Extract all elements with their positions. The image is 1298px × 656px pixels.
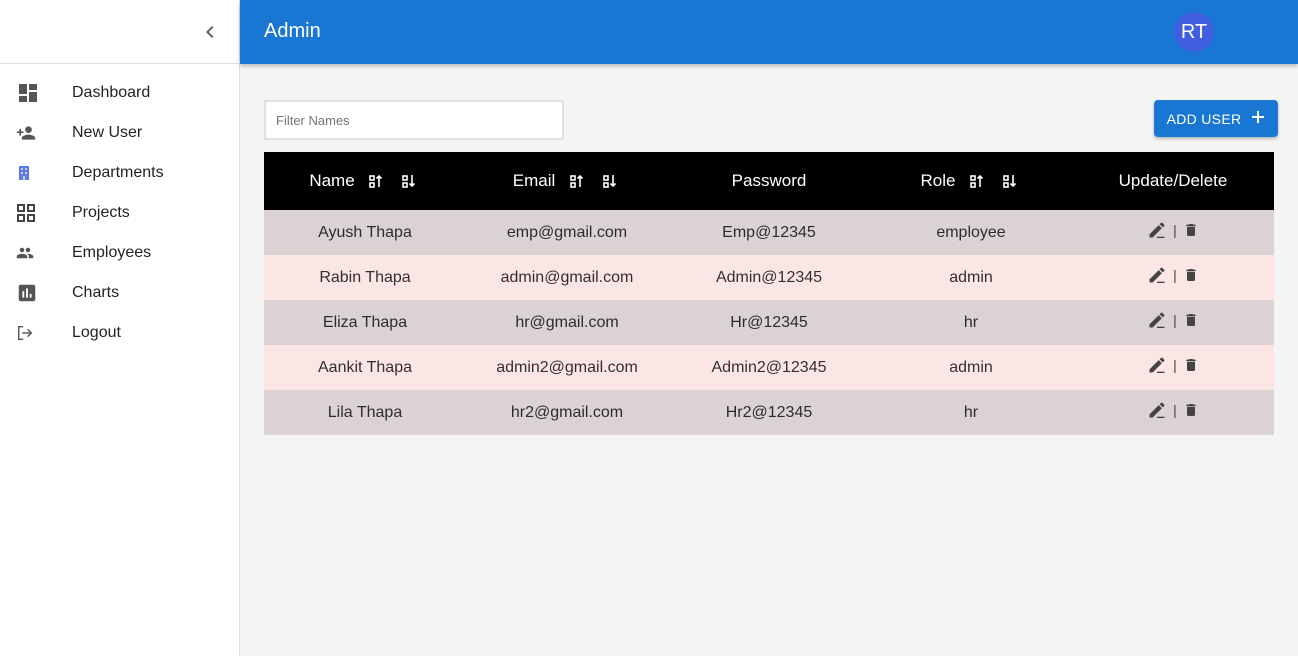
cell-email: admin2@gmail.com	[496, 358, 638, 376]
trash-icon[interactable]	[1183, 222, 1199, 238]
cell-actions: |	[1072, 345, 1274, 390]
sort-descending-icon[interactable]	[398, 174, 421, 188]
avatar[interactable]: RT	[1174, 12, 1214, 52]
sidebar-item-logout[interactable]: Logout	[0, 313, 239, 353]
sidebar-item-label: Charts	[72, 284, 120, 301]
cell-name: Eliza Thapa	[322, 313, 408, 331]
cell-role: admin	[949, 268, 993, 286]
action-separator: |	[1173, 312, 1177, 328]
app-bar: Admin RT	[240, 0, 1298, 64]
trash-icon[interactable]	[1183, 312, 1199, 328]
table-row: Rabin Thapa admin@gmail.com Admin@12345 …	[264, 255, 1274, 300]
sort-descending-icon[interactable]	[998, 174, 1021, 188]
filter-names-input[interactable]	[264, 100, 564, 140]
column-header-name: Name	[264, 152, 466, 210]
column-header-password: Password	[668, 152, 870, 210]
chevron-left-icon[interactable]	[198, 20, 222, 44]
sidebar-header	[0, 0, 239, 64]
column-header-label: Name	[309, 171, 355, 190]
cell-email: emp@gmail.com	[506, 223, 628, 241]
people-icon	[0, 244, 72, 262]
sidebar-item-charts[interactable]: Charts	[0, 273, 239, 313]
sidebar-nav: Dashboard New User Departments Projects …	[0, 64, 239, 353]
trash-icon[interactable]	[1183, 267, 1199, 283]
column-header-label: Password	[731, 171, 807, 190]
sidebar-item-employees[interactable]: Employees	[0, 233, 239, 273]
sidebar-item-label: Logout	[72, 324, 121, 341]
sidebar-item-new-user[interactable]: New User	[0, 113, 239, 153]
cell-role: employee	[936, 223, 1006, 241]
sort-descending-icon[interactable]	[598, 174, 621, 188]
edit-icon[interactable]	[1147, 220, 1167, 240]
cell-name: Ayush Thapa	[318, 223, 412, 241]
column-header-email: Email	[466, 152, 668, 210]
cell-name: Aankit Thapa	[318, 358, 412, 376]
edit-icon[interactable]	[1147, 355, 1167, 375]
cell-password: Emp@12345	[722, 223, 816, 241]
cell-name: Lila Thapa	[327, 403, 403, 421]
table-row: Ayush Thapa emp@gmail.com Emp@12345 empl…	[264, 210, 1274, 255]
add-user-label: ADD USER	[1166, 110, 1242, 127]
table-row: Eliza Thapa hr@gmail.com Hr@12345 hr |	[264, 300, 1274, 345]
column-header-label: Update/Delete	[1118, 171, 1228, 190]
sidebar: Dashboard New User Departments Projects …	[0, 0, 240, 656]
cell-actions: |	[1072, 390, 1274, 435]
table-row: Lila Thapa hr2@gmail.com Hr2@12345 hr |	[264, 390, 1274, 435]
sort-ascending-icon[interactable]	[565, 174, 588, 188]
trash-icon[interactable]	[1183, 402, 1199, 418]
sidebar-item-dashboard[interactable]: Dashboard	[0, 73, 239, 113]
logout-icon	[0, 324, 72, 342]
column-header-role: Role	[870, 152, 1072, 210]
dashboard-icon	[0, 81, 72, 105]
sidebar-item-label: Departments	[72, 164, 164, 181]
sidebar-item-label: New User	[72, 124, 143, 141]
sidebar-item-label: Projects	[72, 204, 130, 221]
table-row: Aankit Thapa admin2@gmail.com Admin2@123…	[264, 345, 1274, 390]
cell-actions: |	[1072, 300, 1274, 345]
sort-ascending-icon[interactable]	[965, 174, 988, 188]
cell-role: hr	[963, 313, 979, 331]
building-icon	[0, 165, 72, 181]
add-user-button[interactable]: ADD USER	[1154, 100, 1278, 137]
action-separator: |	[1173, 357, 1177, 373]
edit-icon[interactable]	[1147, 265, 1167, 285]
bar-chart-icon	[0, 282, 72, 304]
trash-icon[interactable]	[1183, 357, 1199, 373]
cell-actions: |	[1072, 255, 1274, 300]
sidebar-item-label: Dashboard	[72, 84, 151, 101]
sort-ascending-icon[interactable]	[365, 174, 388, 188]
person-add-icon	[0, 123, 72, 143]
cell-name: Rabin Thapa	[319, 268, 411, 286]
cell-role: hr	[963, 403, 979, 421]
column-header-label: Role	[920, 171, 956, 190]
action-separator: |	[1173, 222, 1177, 238]
cell-password: Hr@12345	[730, 313, 808, 331]
column-header-label: Email	[512, 171, 556, 190]
cell-actions: |	[1072, 210, 1274, 255]
cell-password: Hr2@12345	[725, 403, 813, 421]
users-table: Name Email Password Role Update/Delete A…	[264, 152, 1274, 435]
cell-role: admin	[949, 358, 993, 376]
table-header-row: Name Email Password Role Update/Delete	[264, 152, 1274, 210]
edit-icon[interactable]	[1147, 400, 1167, 420]
sidebar-item-projects[interactable]: Projects	[0, 193, 239, 233]
plus-icon	[1251, 110, 1265, 127]
page-title: Admin	[264, 20, 321, 42]
grid-view-icon	[0, 203, 72, 223]
cell-password: Admin2@12345	[711, 358, 827, 376]
sidebar-item-departments[interactable]: Departments	[0, 153, 239, 193]
action-separator: |	[1173, 267, 1177, 283]
action-separator: |	[1173, 402, 1177, 418]
edit-icon[interactable]	[1147, 310, 1167, 330]
sidebar-item-label: Employees	[72, 244, 152, 261]
cell-email: hr@gmail.com	[515, 313, 619, 331]
column-header-update-delete: Update/Delete	[1072, 152, 1274, 210]
cell-email: hr2@gmail.com	[510, 403, 624, 421]
cell-email: admin@gmail.com	[500, 268, 634, 286]
cell-password: Admin@12345	[715, 268, 823, 286]
